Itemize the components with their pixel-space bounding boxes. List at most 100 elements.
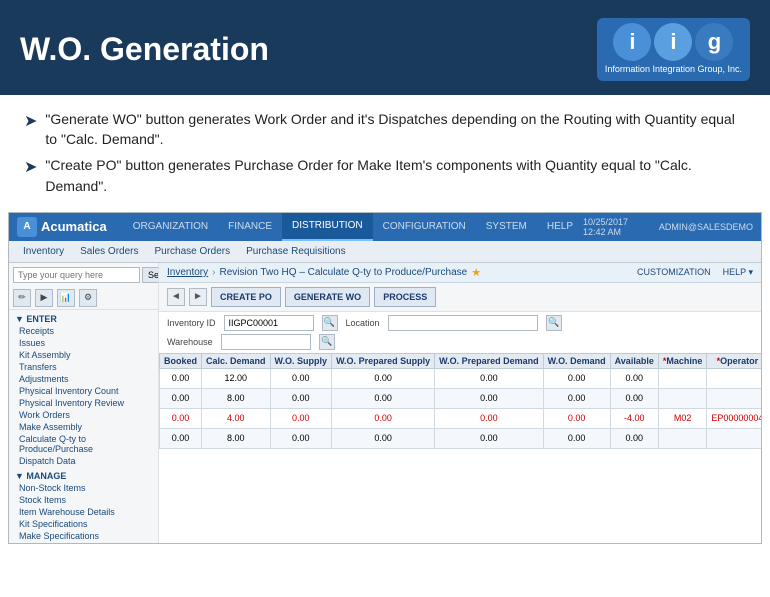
location-search-icon[interactable]: 🔍 xyxy=(546,315,562,331)
sidebar-link-receipts[interactable]: Receipts xyxy=(9,325,158,337)
toolbar: ◄ ► CREATE PO GENERATE WO PROCESS xyxy=(159,283,761,312)
cell-0-4: 0.00 xyxy=(435,368,544,388)
cell-3-3: 0.00 xyxy=(332,428,435,448)
nav-system[interactable]: SYSTEM xyxy=(476,213,537,241)
logo-letter-i2: i xyxy=(654,23,692,61)
subnav-purchase-orders[interactable]: Purchase Orders xyxy=(147,240,239,262)
help-link[interactable]: HELP ▾ xyxy=(723,267,753,278)
sidebar-link-issues[interactable]: Issues xyxy=(9,337,158,349)
warehouse-input[interactable] xyxy=(221,334,311,350)
search-input[interactable] xyxy=(13,267,140,283)
sidebar-link-non-stock[interactable]: Non-Stock Items xyxy=(9,482,158,494)
sidebar-link-physical-count[interactable]: Physical Inventory Count xyxy=(9,385,158,397)
location-label: Location xyxy=(346,318,380,328)
cell-0-2: 0.00 xyxy=(270,368,332,388)
nav-items: ORGANIZATION FINANCE DISTRIBUTION CONFIG… xyxy=(123,213,583,241)
cell-0-6: 0.00 xyxy=(610,368,658,388)
back-arrow-btn[interactable]: ◄ xyxy=(167,288,185,306)
nav-right: 10/25/2017 12:42 AM ADMIN@SALESDEMO xyxy=(583,217,753,237)
col-wo-demand: W.O. Demand xyxy=(543,353,610,368)
inventory-id-input[interactable] xyxy=(224,315,314,331)
nav-configuration[interactable]: CONFIGURATION xyxy=(373,213,476,241)
sidebar-link-kit-assembly[interactable]: Kit Assembly xyxy=(9,349,158,361)
app-frame: A Acumatica ORGANIZATION FINANCE DISTRIB… xyxy=(8,212,762,544)
sidebar-section-manage: ▼ MANAGE xyxy=(9,467,158,482)
col-wo-prep-demand: W.O. Prepared Demand xyxy=(435,353,544,368)
nav-finance[interactable]: FINANCE xyxy=(218,213,282,241)
inventory-search-icon[interactable]: 🔍 xyxy=(322,315,338,331)
subnav-sales-orders[interactable]: Sales Orders xyxy=(72,240,146,262)
acumatica-icon: A xyxy=(17,217,37,237)
sidebar-link-make-assembly[interactable]: Make Assembly xyxy=(9,421,158,433)
favorite-star-icon[interactable]: ★ xyxy=(471,266,481,279)
logo-letter-g: g xyxy=(695,23,733,61)
warehouse-row: Warehouse 🔍 xyxy=(159,334,761,353)
cell-1-5: 0.00 xyxy=(543,388,610,408)
customization-link[interactable]: CUSTOMIZATION xyxy=(637,267,711,278)
sidebar-link-dispatch[interactable]: Dispatch Data xyxy=(9,455,158,467)
sidebar-link-adjustments[interactable]: Adjustments xyxy=(9,373,158,385)
page-header: W.O. Generation i i g Information Integr… xyxy=(0,0,770,95)
cell-2-4: 0.00 xyxy=(435,408,544,428)
cell-2-2: 0.00 xyxy=(270,408,332,428)
cell-2-6: -4.00 xyxy=(610,408,658,428)
sidebar-link-calc-qty[interactable]: Calculate Q-ty to Produce/Purchase xyxy=(9,433,158,455)
col-wo-supply: W.O. Supply xyxy=(270,353,332,368)
cell-3-4: 0.00 xyxy=(435,428,544,448)
inventory-id-label: Inventory ID xyxy=(167,318,216,328)
generate-wo-button[interactable]: GENERATE WO xyxy=(285,287,370,307)
sidebar-link-make-specs[interactable]: Make Specifications xyxy=(9,530,158,542)
col-operator: *Operator xyxy=(707,353,761,368)
sidebar-icon-chart[interactable]: 📊 xyxy=(57,289,75,307)
data-table: Booked Calc. Demand W.O. Supply W.O. Pre… xyxy=(159,353,761,449)
cell-2-3: 0.00 xyxy=(332,408,435,428)
cell-3-0: 0.00 xyxy=(160,428,202,448)
cell-0-1: 12.00 xyxy=(202,368,271,388)
create-po-button[interactable]: CREATE PO xyxy=(211,287,281,307)
cell-1-4: 0.00 xyxy=(435,388,544,408)
nav-organization[interactable]: ORGANIZATION xyxy=(123,213,218,241)
breadcrumb-back[interactable]: Inventory xyxy=(167,267,208,278)
sidebar-icon-gear[interactable]: ⚙ xyxy=(79,289,97,307)
form-row: Inventory ID 🔍 Location 🔍 xyxy=(159,312,761,334)
sidebar-link-item-warehouse[interactable]: Item Warehouse Details xyxy=(9,506,158,518)
bullet-section: ➤ "Generate WO" button generates Work Or… xyxy=(0,95,770,212)
sidebar-link-kit-specs[interactable]: Kit Specifications xyxy=(9,518,158,530)
col-machine: *Machine xyxy=(658,353,707,368)
process-button[interactable]: PROCESS xyxy=(374,287,436,307)
bullet-item-2: ➤ "Create PO" button generates Purchase … xyxy=(24,155,746,196)
cell-3-7 xyxy=(658,428,707,448)
warehouse-search-icon[interactable]: 🔍 xyxy=(319,334,335,350)
nav-distribution[interactable]: DISTRIBUTION xyxy=(282,213,373,241)
location-input[interactable] xyxy=(388,315,538,331)
logo-tagline: Information Integration Group, Inc. xyxy=(605,64,742,76)
col-booked: Booked xyxy=(160,353,202,368)
subnav-inventory[interactable]: Inventory xyxy=(15,240,72,262)
sidebar-icon-play[interactable]: ▶ xyxy=(35,289,53,307)
sidebar-link-stock-items[interactable]: Stock Items xyxy=(9,494,158,506)
table-row: 0.004.000.000.000.000.00-4.00M02EP000000… xyxy=(160,408,762,428)
cell-1-1: 8.00 xyxy=(202,388,271,408)
bullet-arrow-2: ➤ xyxy=(24,156,37,179)
nav-help[interactable]: HELP xyxy=(537,213,583,241)
app-name: Acumatica xyxy=(41,219,107,234)
cell-2-1: 4.00 xyxy=(202,408,271,428)
content-area: Search ✏ ▶ 📊 ⚙ ▼ ENTER Receipts Issues K… xyxy=(9,263,761,543)
search-button[interactable]: Search xyxy=(142,267,159,283)
forward-arrow-btn[interactable]: ► xyxy=(189,288,207,306)
table-row: 0.008.000.000.000.000.000.000.000.00 xyxy=(160,388,762,408)
sidebar-link-transfers[interactable]: Transfers xyxy=(9,361,158,373)
datetime: 10/25/2017 12:42 AM xyxy=(583,217,651,237)
cell-3-2: 0.00 xyxy=(270,428,332,448)
sidebar-search-area: Search xyxy=(9,263,158,287)
cell-0-3: 0.00 xyxy=(332,368,435,388)
sidebar-section-explore: ▼ EXPLORE xyxy=(9,542,158,543)
cell-3-5: 0.00 xyxy=(543,428,610,448)
bullet-text-1: "Generate WO" button generates Work Orde… xyxy=(45,109,746,150)
sidebar-icon-pencil[interactable]: ✏ xyxy=(13,289,31,307)
sidebar-link-work-orders[interactable]: Work Orders xyxy=(9,409,158,421)
sidebar-link-physical-review[interactable]: Physical Inventory Review xyxy=(9,397,158,409)
subnav-purchase-requisitions[interactable]: Purchase Requisitions xyxy=(238,240,354,262)
warehouse-label: Warehouse xyxy=(167,337,213,347)
col-wo-prep-supply: W.O. Prepared Supply xyxy=(332,353,435,368)
